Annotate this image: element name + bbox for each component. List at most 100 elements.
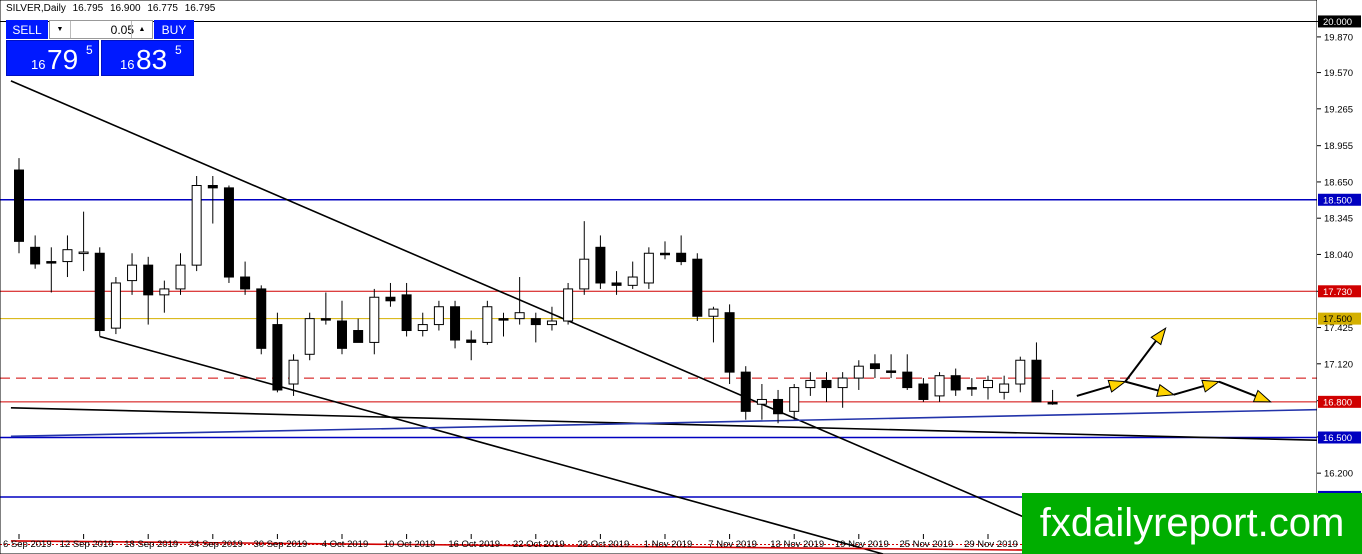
candle	[999, 375, 1010, 400]
candle-body	[498, 318, 509, 321]
candle	[46, 247, 57, 293]
time-tick-label: 30 Sep 2019	[253, 539, 307, 550]
candle-body	[159, 288, 170, 296]
candle-body	[401, 294, 412, 332]
watermark-logo: fxdailyreport.com	[1022, 493, 1362, 554]
candle-body	[127, 264, 138, 282]
candle-body	[223, 187, 234, 278]
candle	[837, 372, 848, 408]
ohlc-close: 16.795	[184, 3, 216, 14]
candle-body	[288, 359, 299, 385]
price-level-label: 16.500	[1323, 433, 1352, 444]
price-level-label: 17.730	[1323, 287, 1352, 298]
time-tick-label: 7 Nov 2019	[708, 539, 757, 550]
candle	[1047, 389, 1058, 405]
price-chart[interactable]: 20.000 19.870 19.570 19.265 18.955 18.650 18.3…	[0, 0, 1362, 554]
price-tick-label: 18.345	[1324, 214, 1353, 225]
time-tick-label: 13 Nov 2019	[770, 539, 824, 550]
lot-increase-button[interactable]: ▲	[131, 21, 152, 38]
candle	[530, 312, 541, 343]
trendline	[99, 335, 884, 554]
candle-body	[143, 264, 154, 296]
candle	[304, 312, 315, 361]
forecast-arrow-shaft	[1124, 340, 1157, 383]
sell-button[interactable]: SELL	[6, 20, 48, 39]
candle	[627, 261, 638, 289]
price-tick-label: 18.040	[1324, 250, 1353, 261]
candle-body	[934, 375, 945, 397]
buy-price-display[interactable]: 16 83 5	[101, 40, 194, 76]
time-tick-label: 28 Oct 2019	[578, 539, 630, 550]
candle	[466, 330, 477, 361]
candle	[692, 253, 703, 322]
time-tick-label: 6 Sep 2019	[3, 539, 52, 550]
candle-body	[110, 282, 121, 329]
candle-body	[272, 324, 283, 391]
candle-body	[740, 371, 751, 412]
candle-body	[902, 371, 913, 389]
candle	[821, 372, 832, 402]
time-tick-label: 1 Nov 2019	[644, 539, 693, 550]
candle	[724, 304, 735, 385]
candle-body	[337, 320, 347, 349]
candle-body	[240, 276, 251, 290]
candle-body	[773, 398, 784, 415]
candle-body	[353, 330, 364, 343]
candle	[1031, 342, 1042, 403]
candle-body	[46, 261, 57, 264]
candle-body	[514, 312, 525, 320]
one-click-trading-panel: SELL ▼ ▲ BUY 16 79 5 16 83 5	[6, 20, 194, 76]
time-axis: 6 Sep 2019 12 Sep 2019 18 Sep 2019 24 Sep 2…	[3, 534, 1018, 550]
candle-body	[869, 363, 880, 370]
forecast-arrow	[1218, 380, 1272, 403]
buy-price-sup: 5	[175, 43, 182, 57]
candle	[869, 354, 880, 379]
candle-body	[627, 276, 638, 286]
candle-body	[1031, 359, 1042, 403]
candle-body	[320, 318, 331, 321]
candle	[256, 285, 267, 355]
candle-body	[756, 398, 767, 405]
candle-body	[579, 258, 590, 290]
sell-price-display[interactable]: 16 79 5	[6, 40, 99, 76]
price-tick-label: 16.200	[1324, 469, 1353, 480]
candle-body	[853, 365, 864, 379]
candle	[110, 277, 121, 335]
time-tick-label: 12 Sep 2019	[60, 539, 114, 550]
forecast-arrow	[1125, 380, 1176, 397]
forecast-arrow-shaft	[1125, 380, 1159, 392]
candle	[143, 256, 154, 325]
candle-body	[950, 375, 961, 391]
candles-layer	[14, 158, 1058, 424]
candle-body	[14, 169, 24, 242]
lot-decrease-button[interactable]: ▼	[50, 21, 71, 38]
buy-button[interactable]: BUY	[154, 20, 194, 39]
candle-body	[466, 339, 477, 343]
candle	[353, 318, 364, 343]
candle-body	[530, 318, 541, 326]
lot-size-input[interactable]	[71, 21, 137, 38]
candle	[433, 300, 444, 331]
time-tick-label: 16 Oct 2019	[448, 539, 500, 550]
candle-body	[999, 383, 1010, 393]
symbol-name: SILVER,Daily	[6, 3, 66, 14]
time-tick-label: 29 Nov 2019	[964, 539, 1018, 550]
candle	[789, 384, 800, 420]
candle-body	[304, 318, 315, 355]
candle-body	[94, 252, 105, 332]
candle-body	[660, 252, 670, 256]
forecast-arrows-layer	[1076, 327, 1272, 403]
candle	[756, 384, 767, 420]
candle	[950, 368, 961, 396]
time-tick-label: 22 Oct 2019	[513, 539, 565, 550]
candle-body	[789, 387, 800, 412]
candle	[62, 235, 73, 278]
candle-body	[595, 246, 606, 284]
candle-body	[692, 258, 703, 317]
candle-body	[385, 296, 396, 302]
candle	[708, 306, 719, 343]
candle	[175, 253, 186, 295]
candle	[159, 280, 170, 313]
candle	[240, 261, 251, 295]
candle	[337, 300, 347, 355]
